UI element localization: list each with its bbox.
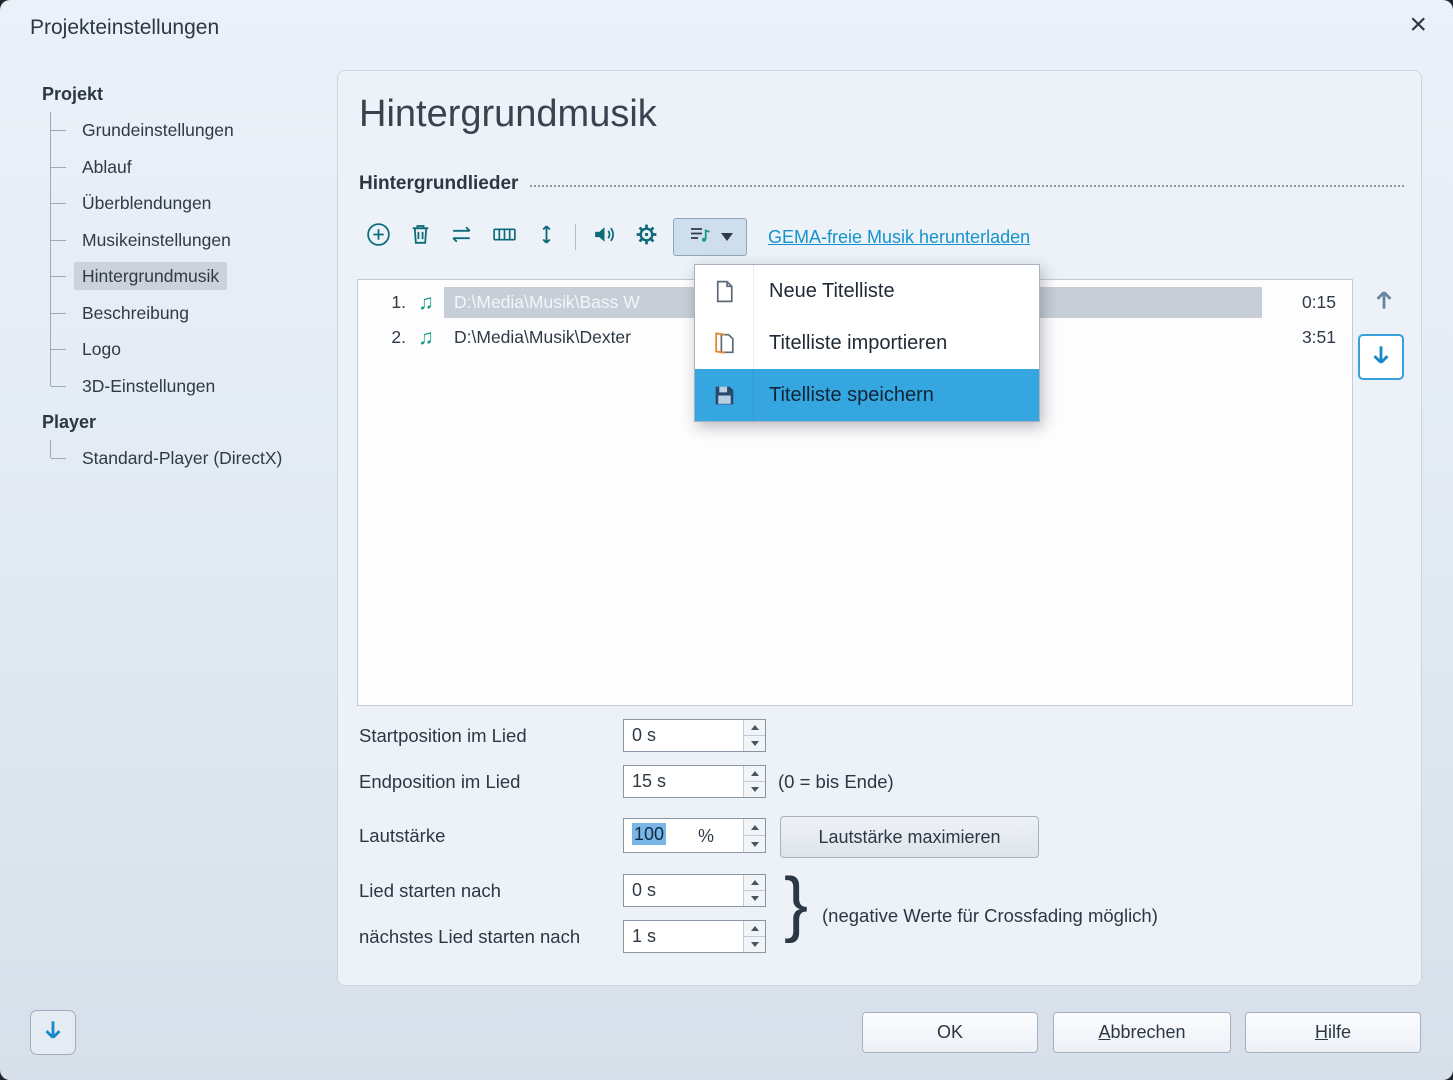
form-row-naechstes-lied: nächstes Lied starten nach 1 s (359, 920, 766, 953)
sidebar-item-beschreibung[interactable]: Beschreibung (50, 295, 338, 332)
naechstes-lied-stepper[interactable]: 1 s (623, 920, 766, 953)
vertical-resize-icon (533, 221, 560, 253)
arrow-down-icon (40, 1017, 66, 1048)
spin-up-button[interactable] (744, 819, 765, 836)
titlelist-dropdown-button[interactable] (673, 218, 747, 256)
nav-section-projekt: Projekt (42, 76, 338, 112)
settings-nav: Projekt Grundeinstellungen Ablauf Überbl… (42, 76, 338, 477)
spin-down-button[interactable] (744, 782, 765, 797)
project-settings-dialog: Projekteinstellungen × Projekt Grundeins… (0, 0, 1453, 1080)
spin-down-button[interactable] (744, 937, 765, 952)
sidebar-item-musikeinstellungen[interactable]: Musikeinstellungen (50, 222, 338, 259)
maximize-volume-button[interactable]: Lautstärke maximieren (780, 816, 1039, 858)
menu-item-neue-titelliste[interactable]: Neue Titelliste (695, 265, 1039, 317)
sidebar-item-ueberblendungen[interactable]: Überblendungen (50, 185, 338, 222)
dotted-divider (530, 185, 1404, 187)
volume-unit: % (698, 826, 714, 847)
keyboard-button[interactable] (487, 220, 522, 255)
move-up-button[interactable] (1362, 281, 1406, 323)
form-row-endposition: Endposition im Lied 15 s (0 = bis Ende) (359, 765, 894, 798)
spin-down-button[interactable] (744, 891, 765, 906)
main-panel: Hintergrundmusik Hintergrundlieder (337, 70, 1422, 986)
selected-volume-value: 100 (632, 823, 666, 845)
form-row-lied-starten: Lied starten nach 0 s (359, 874, 766, 907)
naechstes-lied-label: nächstes Lied starten nach (359, 926, 623, 948)
toolbar-divider (575, 224, 576, 250)
collapse-dialog-button[interactable] (30, 1010, 76, 1055)
page-title: Hintergrundmusik (359, 93, 657, 136)
trash-icon (407, 221, 434, 253)
song-duration: 0:15 (1274, 292, 1336, 313)
song-duration: 3:51 (1274, 327, 1336, 348)
save-file-icon (695, 369, 754, 421)
sidebar-item-hintergrundmusik[interactable]: Hintergrundmusik (50, 258, 338, 295)
volume-button[interactable] (587, 220, 622, 255)
music-note-icon: ♫ (410, 291, 442, 315)
swap-icon (449, 221, 476, 253)
move-down-button[interactable] (1358, 334, 1404, 380)
lied-starten-label: Lied starten nach (359, 880, 623, 902)
delete-song-button[interactable] (403, 220, 438, 255)
dialog-title: Projekteinstellungen (30, 16, 219, 40)
add-song-button[interactable] (361, 220, 396, 255)
songs-section-header: Hintergrundlieder (359, 173, 1404, 195)
form-row-lautstaerke: Lautstärke 100 % (359, 818, 766, 853)
lautstaerke-stepper[interactable]: 100 % (623, 818, 766, 853)
add-icon (365, 221, 392, 253)
gear-icon (633, 221, 660, 253)
volume-icon (591, 221, 618, 253)
close-icon[interactable]: × (1409, 10, 1427, 40)
bis-ende-note: (0 = bis Ende) (778, 771, 894, 793)
sidebar-item-grundeinstellungen[interactable]: Grundeinstellungen (50, 112, 338, 149)
arrow-down-icon (1368, 342, 1394, 373)
sidebar-item-standard-player[interactable]: Standard-Player (DirectX) (50, 440, 338, 477)
nav-tree-projekt: Grundeinstellungen Ablauf Überblendungen… (50, 112, 338, 404)
crossfade-brace: } (784, 865, 808, 944)
nav-section-player: Player (42, 404, 338, 440)
settings-button[interactable] (629, 220, 664, 255)
spin-up-button[interactable] (744, 720, 765, 736)
lied-starten-stepper[interactable]: 0 s (623, 874, 766, 907)
playlist-toolbar: GEMA-freie Musik herunterladen (361, 217, 1030, 257)
nav-tree-player: Standard-Player (DirectX) (50, 440, 338, 477)
keyboard-icon (491, 221, 518, 253)
startposition-label: Startposition im Lied (359, 725, 623, 747)
resize-vertical-button[interactable] (529, 220, 564, 255)
help-button[interactable]: Hilfe (1245, 1012, 1421, 1053)
titlelist-dropdown-menu: Neue Titelliste Titelliste importieren T… (694, 264, 1040, 422)
spin-up-button[interactable] (744, 921, 765, 937)
menu-item-titelliste-speichern[interactable]: Titelliste speichern (695, 369, 1039, 421)
ok-button[interactable]: OK (862, 1012, 1038, 1053)
startposition-stepper[interactable]: 0 s (623, 719, 766, 752)
spin-down-button[interactable] (744, 736, 765, 751)
endposition-label: Endposition im Lied (359, 771, 623, 793)
songs-section-label: Hintergrundlieder (359, 173, 518, 195)
arrow-up-icon (1371, 287, 1397, 318)
caret-down-icon (721, 233, 733, 241)
spin-up-button[interactable] (744, 766, 765, 782)
playlist-menu-icon (687, 222, 713, 253)
music-note-icon: ♫ (410, 326, 442, 350)
swap-songs-button[interactable] (445, 220, 480, 255)
menu-item-titelliste-importieren[interactable]: Titelliste importieren (695, 317, 1039, 369)
gema-music-link[interactable]: GEMA-freie Musik herunterladen (768, 227, 1030, 248)
import-file-icon (695, 317, 754, 369)
endposition-stepper[interactable]: 15 s (623, 765, 766, 798)
spin-down-button[interactable] (744, 836, 765, 852)
sidebar-item-logo[interactable]: Logo (50, 331, 338, 368)
crossfade-note: (negative Werte für Crossfading möglich) (822, 905, 1158, 927)
row-index: 2. (358, 327, 406, 348)
sidebar-item-ablauf[interactable]: Ablauf (50, 149, 338, 186)
lautstaerke-label: Lautstärke (359, 825, 623, 847)
cancel-button[interactable]: Abbrechen (1053, 1012, 1231, 1053)
spin-up-button[interactable] (744, 875, 765, 891)
row-index: 1. (358, 292, 406, 313)
sidebar-item-3d-einstellungen[interactable]: 3D-Einstellungen (50, 368, 338, 405)
form-row-startposition: Startposition im Lied 0 s (359, 719, 766, 752)
new-file-icon (695, 265, 754, 317)
